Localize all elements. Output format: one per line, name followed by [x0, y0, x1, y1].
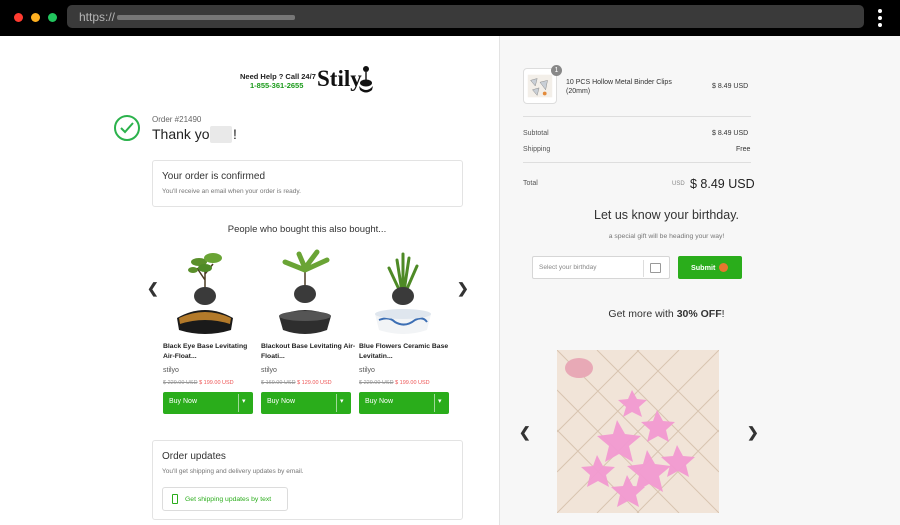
chevron-down-icon[interactable]: ▾: [242, 397, 246, 405]
product-sale-price: $ 129.00 USD: [297, 380, 332, 386]
order-summary-pane: 1 10 PCS Hollow Metal Binder Clips (20mm…: [499, 36, 900, 525]
input-divider: [643, 260, 644, 277]
product-name[interactable]: Blackout Base Levitating Air-Floati...: [261, 342, 357, 362]
product-image[interactable]: [261, 240, 351, 338]
product-name[interactable]: Blue Flowers Ceramic Base Levitatin...: [359, 342, 455, 362]
calendar-icon[interactable]: [650, 263, 661, 273]
button-divider: [336, 394, 337, 412]
buy-now-button[interactable]: Buy Now ▾: [261, 392, 351, 414]
url-redacted: [117, 15, 295, 20]
sms-updates-label: Get shipping updates by text: [185, 496, 272, 503]
product-old-price: $ 229.00 USD: [163, 380, 198, 386]
product-sale-price: $ 199.00 USD: [395, 380, 430, 386]
thank-you-exclaim: !: [233, 126, 237, 142]
promo-text: Get more with 30% OFF!: [500, 308, 833, 320]
bonsai-logo-icon: [359, 66, 373, 93]
browser-menu-icon[interactable]: [876, 9, 884, 27]
buy-now-button[interactable]: Buy Now ▾: [163, 392, 253, 414]
order-confirmed-card: Your order is confirmed You'll receive a…: [152, 160, 463, 207]
address-bar[interactable]: https://: [67, 5, 864, 28]
url-scheme: https://: [79, 10, 116, 24]
carousel-next-icon[interactable]: ❯: [457, 280, 469, 297]
order-confirmed-text: You'll receive an email when your order …: [162, 188, 301, 195]
promo-product-image[interactable]: [557, 350, 719, 513]
chevron-down-icon[interactable]: ▾: [340, 397, 344, 405]
summary-divider: [523, 162, 751, 163]
phone-icon: [172, 494, 178, 504]
birthday-heading: Let us know your birthday.: [594, 208, 739, 222]
close-window-dot[interactable]: [14, 13, 23, 22]
product-card[interactable]: Blackout Base Levitating Air-Floati... s…: [261, 240, 355, 414]
store-header: Need Help ? Call 24/7 1-855-361-2655 Sti…: [240, 64, 380, 100]
buy-now-label: Buy Now: [267, 398, 296, 405]
order-number: Order #21490: [152, 115, 202, 124]
order-confirmed-title: Your order is confirmed: [162, 171, 266, 182]
button-divider: [238, 394, 239, 412]
browser-chrome: https://: [0, 0, 900, 36]
cart-item-name: 10 PCS Hollow Metal Binder Clips (20mm): [566, 79, 672, 95]
product-card[interactable]: Black Eye Base Levitating Air-Float... s…: [163, 240, 253, 414]
birthday-date-input[interactable]: Select your birthday: [532, 256, 670, 279]
item-quantity-badge: 1: [551, 65, 562, 76]
birthday-subtext: a special gift will be heading your way!: [608, 233, 725, 240]
order-updates-title: Order updates: [162, 451, 226, 462]
promo-text-after: !: [721, 308, 725, 320]
button-divider: [434, 394, 435, 412]
product-image[interactable]: [163, 240, 253, 338]
product-card[interactable]: Blue Flowers Ceramic Base Levitatin... s…: [359, 240, 449, 414]
product-old-price: $ 229.00 USD: [359, 380, 394, 386]
product-name[interactable]: Black Eye Base Levitating Air-Float...: [163, 342, 259, 362]
promo-prev-icon[interactable]: ❮: [519, 424, 531, 441]
total-label: Total: [523, 180, 538, 187]
product-seller: stilyo: [359, 367, 375, 374]
submit-label: Submit: [691, 263, 716, 272]
sms-updates-button[interactable]: Get shipping updates by text: [162, 487, 288, 511]
product-price: $ 169.00 USD $ 129.00 USD: [261, 380, 361, 386]
cart-item-price: $ 8.49 USD: [712, 83, 749, 90]
help-line: Need Help ? Call 24/7: [240, 72, 316, 81]
total-currency: USD: [672, 181, 685, 187]
promo-next-icon[interactable]: ❯: [747, 424, 759, 441]
thank-you-heading: Thank you: [152, 126, 218, 142]
product-sale-price: $ 199.00 USD: [199, 380, 234, 386]
product-seller: stilyo: [261, 367, 277, 374]
customer-name-redacted: [210, 126, 232, 143]
product-image[interactable]: [359, 240, 449, 338]
buy-now-label: Buy Now: [169, 398, 198, 405]
promo-text-before: Get more with: [608, 308, 677, 320]
summary-divider: [523, 116, 751, 117]
shipping-label: Shipping: [523, 146, 551, 153]
birthday-placeholder: Select your birthday: [539, 264, 597, 271]
subtotal-label: Subtotal: [523, 130, 549, 137]
carousel-prev-icon[interactable]: ❮: [147, 280, 159, 297]
gift-icon: [719, 263, 728, 272]
chevron-down-icon[interactable]: ▾: [438, 397, 442, 405]
order-updates-card: Order updates You'll get shipping and de…: [152, 440, 463, 520]
subtotal-value: $ 8.49 USD: [712, 130, 749, 137]
minimize-window-dot[interactable]: [31, 13, 40, 22]
product-price: $ 229.00 USD $ 199.00 USD: [359, 380, 459, 386]
brand-logo[interactable]: Stily: [317, 66, 362, 92]
product-old-price: $ 169.00 USD: [261, 380, 296, 386]
buy-now-button[interactable]: Buy Now ▾: [359, 392, 449, 414]
confirmation-pane: Need Help ? Call 24/7 1-855-361-2655 Sti…: [0, 36, 499, 525]
promo-discount: 30% OFF: [676, 308, 722, 320]
product-price: $ 229.00 USD $ 199.00 USD: [163, 380, 263, 386]
birthday-submit-button[interactable]: Submit: [678, 256, 742, 279]
shipping-value: Free: [736, 146, 751, 153]
maximize-window-dot[interactable]: [48, 13, 57, 22]
buy-now-label: Buy Now: [365, 398, 394, 405]
total-value: $ 8.49 USD: [690, 177, 755, 191]
order-updates-text: You'll get shipping and delivery updates…: [162, 468, 304, 475]
success-check-icon: [114, 115, 140, 141]
product-seller: stilyo: [163, 367, 179, 374]
